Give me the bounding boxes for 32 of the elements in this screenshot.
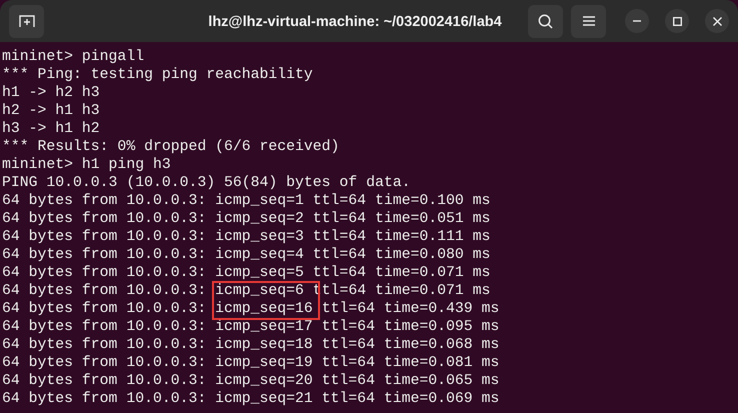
search-icon xyxy=(538,14,553,28)
terminal-line: 64 bytes from 10.0.0.3: icmp_seq=3 ttl=64 time=0.111 ms xyxy=(2,228,490,246)
terminal-line: PING 10.0.0.3 (10.0.0.3) 56(84) bytes of data. xyxy=(2,174,410,192)
terminal-line: 64 bytes from 10.0.0.3: icmp_seq=16 ttl=64 time=0.439 ms xyxy=(2,300,500,318)
maximize-icon xyxy=(672,16,682,26)
terminal-line: h1 -> h2 h3 xyxy=(2,84,100,102)
terminal-line: 64 bytes from 10.0.0.3: icmp_seq=18 ttl=64 time=0.068 ms xyxy=(2,336,500,354)
terminal-line: mininet> h1 ping h3 xyxy=(2,156,171,174)
terminal-line: h3 -> h1 h2 xyxy=(2,120,100,138)
terminal-line: 64 bytes from 10.0.0.3: icmp_seq=19 ttl=64 time=0.081 ms xyxy=(2,354,500,372)
maximize-button[interactable] xyxy=(665,9,689,33)
terminal-line: *** Results: 0% dropped (6/6 received) xyxy=(2,138,340,156)
new-tab-button[interactable] xyxy=(9,4,44,38)
terminal-line: 64 bytes from 10.0.0.3: icmp_seq=21 ttl=64 time=0.069 ms xyxy=(2,390,500,408)
terminal-line: 64 bytes from 10.0.0.3: icmp_seq=5 ttl=64 time=0.071 ms xyxy=(2,264,490,282)
window-title: lhz@lhz-virtual-machine: ~/032002416/lab4 xyxy=(207,13,503,32)
terminal-line: 64 bytes from 10.0.0.3: icmp_seq=1 ttl=64 time=0.100 ms xyxy=(2,192,490,210)
terminal-line: 64 bytes from 10.0.0.3: icmp_seq=2 ttl=64 time=0.051 ms xyxy=(2,210,490,228)
terminal-line: 64 bytes from 10.0.0.3: icmp_seq=20 ttl=64 time=0.065 ms xyxy=(2,372,500,390)
new-tab-icon xyxy=(18,14,34,28)
terminal-line: h2 -> h1 h3 xyxy=(2,102,100,120)
terminal-line: *** Ping: testing ping reachability xyxy=(2,66,313,84)
menu-button[interactable] xyxy=(571,4,606,38)
minimize-button[interactable] xyxy=(625,9,649,33)
terminal-line: 64 bytes from 10.0.0.3: icmp_seq=17 ttl=64 time=0.095 ms xyxy=(2,318,500,336)
menu-icon xyxy=(582,16,594,26)
close-button[interactable] xyxy=(705,9,729,33)
terminal-line: 64 bytes from 10.0.0.3: icmp_seq=4 ttl=64 time=0.080 ms xyxy=(2,246,490,264)
terminal-line: mininet> pingall xyxy=(2,48,144,66)
search-button[interactable] xyxy=(528,4,563,38)
minimize-icon xyxy=(633,20,641,22)
close-icon xyxy=(712,16,722,26)
